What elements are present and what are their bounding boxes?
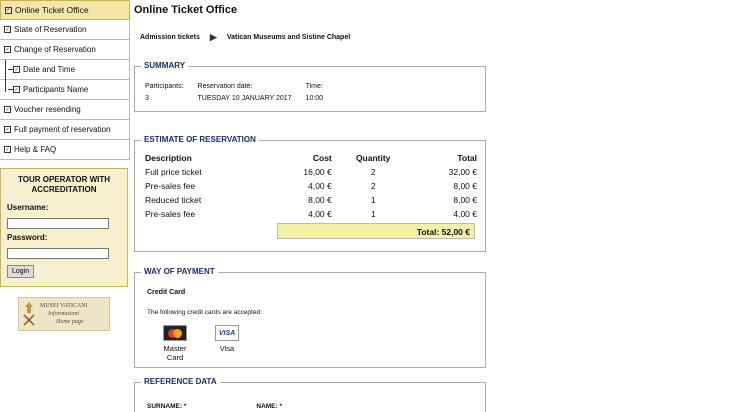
checkbox-icon: ✓ [4, 26, 11, 33]
sidebar-item-label: Full payment of reservation [14, 125, 111, 134]
checkbox-icon: ✓ [4, 126, 11, 133]
sidebar-item-label: Online Ticket Office [15, 5, 89, 15]
sidebar-item-participants-name[interactable]: ✓ Participants Name [0, 80, 130, 100]
operator-title: TOUR OPERATOR WITH ACCREDITATION [18, 175, 110, 194]
page: ✓ Online Ticket Office ✓ State of Reserv… [0, 0, 750, 412]
summary-panel: SUMMARY Participants: 3 Reservation date… [134, 61, 486, 112]
payment-method-title: Credit Card [147, 289, 186, 296]
checkbox-icon: ✓ [13, 66, 20, 73]
checkbox-icon: ✓ [4, 106, 11, 113]
logo-homepage: Home page [56, 319, 84, 325]
row-cost: 16,00 € [303, 167, 332, 177]
breadcrumb-arrow-icon: ▶ [209, 32, 217, 42]
table-row: Pre-sales fee 4,00 € 2 8,00 € [143, 179, 479, 193]
musei-vaticani-logo[interactable]: MUSEI VATICANI Informazioni Home page [18, 297, 110, 331]
reservation-date-label: Reservation date: [197, 83, 253, 90]
row-total: 32,00 € [448, 167, 477, 177]
mastercard-label-line1: Master [163, 344, 187, 353]
row-quantity: 2 [370, 181, 376, 191]
visa-logo-text: VISA [218, 329, 236, 337]
sidebar-item-voucher-resending[interactable]: ✓ Voucher resending [0, 100, 130, 120]
sidebar-item-help-faq[interactable]: ✓ Help & FAQ [0, 140, 130, 160]
mastercard-option[interactable]: Master Card [163, 325, 187, 362]
password-label: Password: [7, 233, 48, 242]
mastercard-icon [163, 325, 187, 341]
row-total: 8,00 € [453, 195, 477, 205]
visa-icon: VISA [215, 325, 239, 341]
payment-legend: WAY OF PAYMENT [141, 267, 218, 276]
table-row: Reduced ticket 8,00 € 1 8,00 € [143, 193, 479, 207]
sidebar-item-label: Help & FAQ [14, 145, 57, 154]
mastercard-label-line2: Card [166, 353, 184, 362]
estimate-table: Description Cost Quantity Total Full pri… [143, 151, 479, 221]
participants-label: Participants: [145, 83, 184, 90]
sidebar-item-online-ticket-office[interactable]: ✓ Online Ticket Office [0, 0, 130, 20]
breadcrumb: Admission tickets ▶ Vatican Museums and … [140, 32, 490, 43]
sidebar-item-state-of-reservation[interactable]: ✓ State of Reservation [0, 20, 130, 40]
logo-subtitle: Informazioni [48, 311, 80, 317]
row-cost: 8,00 € [308, 195, 332, 205]
row-description: Pre-sales fee [145, 209, 196, 219]
username-label: Username: [7, 203, 49, 212]
payment-panel: WAY OF PAYMENT Credit Card The following… [134, 267, 486, 368]
sidebar-item-label: Date and Time [23, 65, 76, 74]
password-input[interactable] [7, 248, 109, 259]
header-description: Description [145, 153, 192, 163]
logo-title: MUSEI VATICANI [40, 303, 88, 309]
row-description: Full price ticket [145, 167, 202, 177]
time-value: 10:00 [305, 95, 324, 102]
checkbox-icon: ✓ [13, 86, 20, 93]
surname-label: SURNAME: * [147, 403, 187, 410]
sidebar-item-label: State of Reservation [14, 25, 87, 34]
reservation-date-value: TUESDAY 10 JANUARY 2017 [197, 95, 292, 102]
page-title: Online Ticket Office [134, 4, 238, 16]
row-cost: 4,00 € [308, 209, 332, 219]
reference-panel: REFERENCE DATA SURNAME: * NAME: * [134, 377, 486, 412]
summary-legend: SUMMARY [141, 61, 189, 70]
sidebar-item-label: Change of Reservation [14, 45, 96, 54]
table-row: Pre-sales fee 4,00 € 1 4,00 € [143, 207, 479, 221]
row-total: 8,00 € [453, 181, 477, 191]
row-description: Pre-sales fee [145, 181, 196, 191]
row-quantity: 1 [370, 209, 376, 219]
username-input[interactable] [7, 218, 109, 229]
sidebar-item-full-payment[interactable]: ✓ Full payment of reservation [0, 120, 130, 140]
tree-line [5, 60, 6, 92]
breadcrumb-vatican-museums: Vatican Museums and Sistine Chapel [226, 34, 351, 41]
reference-legend: REFERENCE DATA [141, 377, 220, 386]
header-cost: Cost [312, 153, 332, 163]
estimate-legend: ESTIMATE OF RESERVATION [141, 135, 259, 144]
header-quantity: Quantity [355, 153, 391, 163]
checkbox-icon: ✓ [5, 6, 12, 14]
table-header-row: Description Cost Quantity Total [143, 151, 479, 165]
login-button[interactable]: Login [7, 265, 35, 278]
row-quantity: 1 [370, 195, 376, 205]
sidebar-item-label: Voucher resending [14, 105, 81, 114]
row-quantity: 2 [370, 167, 376, 177]
row-total: 4,00 € [453, 209, 477, 219]
sidebar-item-date-and-time[interactable]: ✓ Date and Time [0, 60, 130, 80]
visa-option[interactable]: VISA Visa [215, 325, 239, 353]
sidebar: ✓ Online Ticket Office ✓ State of Reserv… [0, 0, 130, 331]
grand-total: Total: 52,00 € [277, 223, 475, 239]
header-total: Total [457, 153, 477, 163]
accepted-cards-text: The following credit cards are accepted: [147, 309, 262, 316]
name-label: NAME: * [256, 403, 283, 410]
breadcrumb-admission-tickets[interactable]: Admission tickets [140, 34, 200, 41]
row-description: Reduced ticket [145, 195, 202, 205]
tour-operator-login: TOUR OPERATOR WITH ACCREDITATION Usernam… [0, 168, 128, 287]
visa-label: Visa [219, 344, 235, 353]
row-cost: 4,00 € [308, 181, 332, 191]
sidebar-item-change-of-reservation[interactable]: ✓ Change of Reservation [0, 40, 130, 60]
checkbox-icon: ✓ [4, 46, 11, 53]
table-row: Full price ticket 16,00 € 2 32,00 € [143, 165, 479, 179]
participants-value: 3 [145, 95, 149, 102]
main-content: Online Ticket Office Admission tickets ▶… [134, 0, 490, 412]
estimate-panel: ESTIMATE OF RESERVATION Description Cost… [134, 135, 486, 252]
papal-emblem-icon [23, 302, 35, 326]
checkbox-icon: ✓ [4, 146, 11, 153]
time-label: Time: [305, 83, 323, 90]
sidebar-item-label: Participants Name [23, 85, 89, 94]
